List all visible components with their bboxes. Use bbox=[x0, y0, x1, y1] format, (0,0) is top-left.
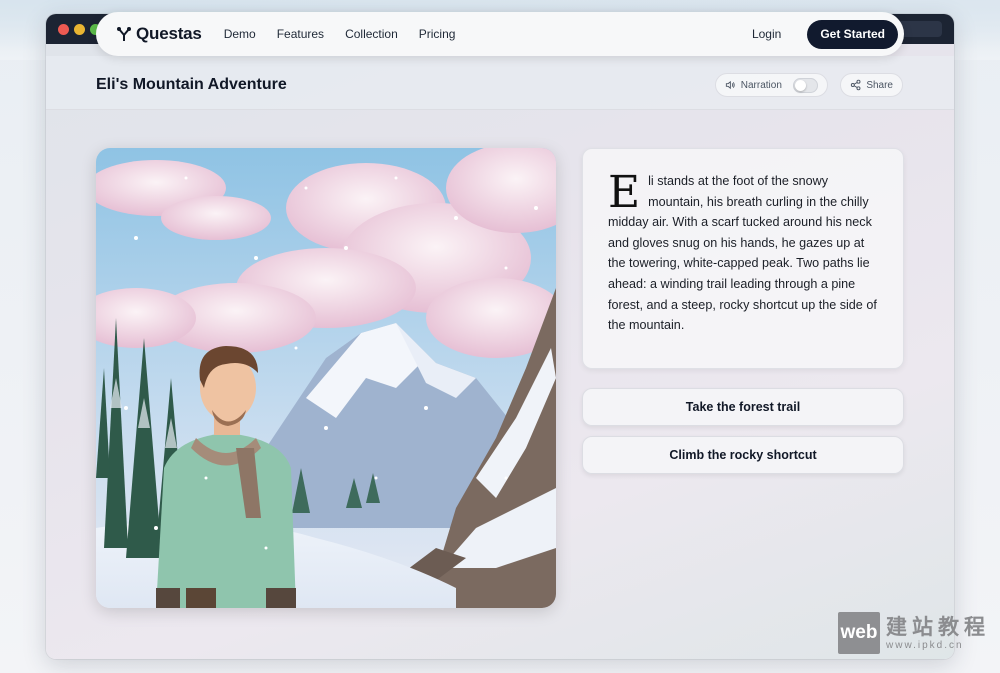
browser-window: Eli's Mountain Adventure Narration Share bbox=[46, 14, 954, 659]
watermark-cn: 建站教程 bbox=[886, 615, 990, 639]
nav-link-pricing[interactable]: Pricing bbox=[419, 27, 456, 41]
watermark-url: www.ipkd.cn bbox=[886, 639, 964, 651]
story-header: Eli's Mountain Adventure Narration Share bbox=[46, 56, 954, 110]
story-illustration bbox=[96, 148, 556, 608]
narration-switch-knob bbox=[794, 79, 806, 91]
story-paragraph: Eli stands at the foot of the snowy moun… bbox=[608, 171, 879, 336]
watermark-logo: web bbox=[838, 612, 880, 654]
main-navbar: Questas Demo Features Collection Pricing… bbox=[96, 12, 904, 56]
nav-link-demo[interactable]: Demo bbox=[224, 27, 256, 41]
story-body: li stands at the foot of the snowy mount… bbox=[608, 174, 877, 333]
drop-cap: E bbox=[608, 167, 641, 218]
narration-switch[interactable] bbox=[792, 77, 818, 93]
get-started-button[interactable]: Get Started bbox=[807, 19, 898, 49]
choice-rocky-shortcut-button[interactable]: Climb the rocky shortcut bbox=[582, 436, 904, 474]
watermark: web 建站教程 www.ipkd.cn bbox=[838, 612, 990, 654]
branch-logo-icon bbox=[117, 27, 131, 41]
watermark-text: 建站教程 www.ipkd.cn bbox=[886, 616, 990, 651]
narration-label: Narration bbox=[740, 79, 782, 91]
share-label: Share bbox=[866, 79, 893, 91]
brand-logo[interactable]: Questas bbox=[116, 24, 202, 44]
nav-link-features[interactable]: Features bbox=[277, 27, 324, 41]
close-window-button[interactable] bbox=[58, 24, 69, 35]
narration-toggle-button[interactable]: Narration bbox=[715, 73, 828, 97]
story-text-card: Eli stands at the foot of the snowy moun… bbox=[582, 148, 904, 369]
story-title: Eli's Mountain Adventure bbox=[96, 76, 287, 93]
choice-forest-trail-button[interactable]: Take the forest trail bbox=[582, 388, 904, 426]
share-icon bbox=[850, 79, 861, 91]
speaker-icon bbox=[725, 80, 735, 90]
brand-name: Questas bbox=[136, 24, 202, 43]
minimize-window-button[interactable] bbox=[74, 24, 85, 35]
nav-link-collection[interactable]: Collection bbox=[345, 27, 398, 41]
login-link[interactable]: Login bbox=[752, 27, 781, 41]
share-button[interactable]: Share bbox=[840, 73, 903, 97]
